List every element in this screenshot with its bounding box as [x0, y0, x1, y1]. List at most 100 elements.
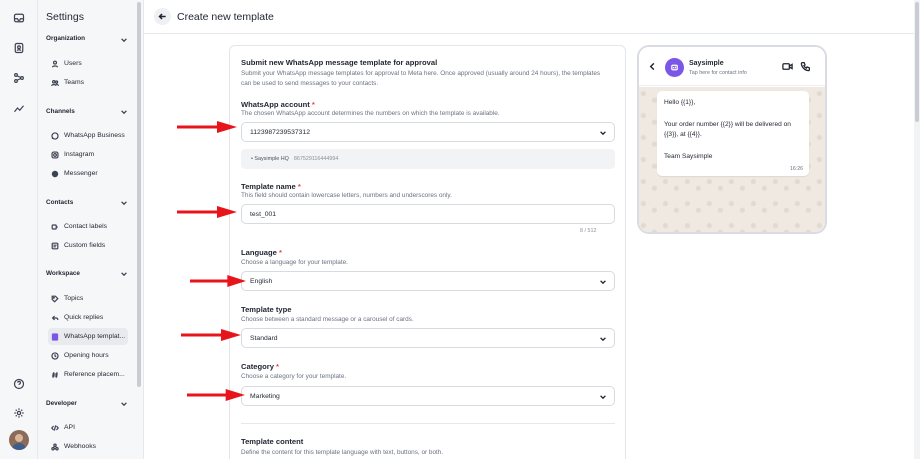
account-description: The chosen WhatsApp account determines t… [241, 110, 500, 117]
section-developer[interactable]: Developer [46, 400, 77, 407]
sidebar-item-label: API [64, 424, 75, 431]
phone-call-icon [800, 61, 811, 72]
sidebar-item-webhooks[interactable]: Webhooks [48, 438, 128, 455]
sidebar-item-label: Reference placem... [64, 371, 125, 378]
sidebar-item-users[interactable]: Users [48, 55, 128, 72]
label-icon [50, 222, 59, 231]
sidebar-item-custom-fields[interactable]: Custom fields [48, 237, 128, 254]
section-contacts[interactable]: Contacts [46, 199, 73, 206]
language-select[interactable]: English [241, 271, 615, 291]
chevron-down-icon [599, 393, 607, 401]
quick-reply-icon [50, 313, 59, 322]
section-divider [241, 423, 615, 424]
messenger-icon [50, 169, 59, 178]
flows-icon[interactable] [12, 71, 26, 85]
template-form-card: Submit new WhatsApp message template for… [229, 45, 626, 459]
sidebar-item-opening-hours[interactable]: Opening hours [48, 347, 128, 364]
tag-icon [50, 294, 59, 303]
back-button[interactable] [154, 8, 171, 25]
select-value: Marketing [250, 392, 280, 400]
select-value: English [250, 277, 273, 285]
select-value: Standard [250, 334, 278, 342]
sidebar-item-quick-replies[interactable]: Quick replies [48, 309, 128, 326]
video-call-icon [782, 61, 793, 72]
sidebar-item-label: Opening hours [64, 352, 109, 359]
template-type-description: Choose between a standard message or a c… [241, 316, 414, 323]
webhook-icon [50, 442, 59, 451]
chevron-down-icon[interactable] [120, 199, 128, 207]
annotation-arrow [181, 328, 241, 342]
language-description: Choose a language for your template. [241, 259, 348, 266]
sidebar-item-messenger[interactable]: Messenger [48, 165, 128, 182]
contacts-book-icon[interactable] [12, 41, 26, 55]
annotation-arrow [177, 205, 237, 219]
chevron-left-icon [648, 62, 657, 71]
select-value: 1123987239537312 [250, 128, 310, 136]
template-type-label: Template type [241, 305, 292, 314]
chevron-down-icon[interactable] [120, 108, 128, 116]
template-type-select[interactable]: Standard [241, 328, 615, 348]
chevron-down-icon[interactable] [120, 400, 128, 408]
form-intro: Submit your WhatsApp message templates f… [241, 70, 601, 87]
sidebar-item-label: WhatsApp Business [64, 132, 125, 139]
input-value: test_001 [250, 210, 277, 218]
phone-preview: Saysimple Tap here for contact info Hell… [637, 45, 827, 234]
message-bubble: Hello {{1}}, Your order number {{2}} wil… [657, 91, 809, 176]
template-name-input[interactable]: test_001 [241, 204, 615, 224]
form-heading: Submit new WhatsApp message template for… [241, 58, 438, 67]
sidebar-item-contact-labels[interactable]: Contact labels [48, 218, 128, 235]
main-scrollbar[interactable] [914, 0, 920, 459]
sidebar-item-teams[interactable]: Teams [48, 74, 128, 91]
template-icon [50, 332, 59, 341]
sidebar-item-label: Teams [64, 79, 85, 86]
arrow-left-icon [158, 13, 166, 20]
sidebar-item-label: Webhooks [64, 443, 96, 450]
help-icon[interactable] [12, 377, 26, 391]
sidebar-item-whatsapp-business[interactable]: WhatsApp Business [48, 127, 128, 144]
account-detail-number: 867529116444994 [293, 156, 339, 162]
category-select[interactable]: Marketing [241, 386, 615, 406]
section-organization[interactable]: Organization [46, 35, 85, 42]
sidebar-item-api[interactable]: API [48, 419, 128, 436]
sidebar-item-label: Instagram [64, 151, 95, 158]
sidebar-item-reference-placeholders[interactable]: Reference placem... [48, 366, 128, 383]
section-workspace[interactable]: Workspace [46, 270, 80, 277]
chevron-down-icon [599, 129, 607, 137]
sidebar-item-whatsapp-templates[interactable]: WhatsApp templat... [48, 328, 128, 345]
chat-area: Hello {{1}}, Your order number {{2}} wil… [639, 87, 825, 232]
contact-name: Saysimple [689, 60, 724, 67]
whatsapp-account-select[interactable]: 1123987239537312 [241, 122, 615, 142]
sidebar-item-label: WhatsApp templat... [64, 333, 126, 340]
template-name-description: This field should contain lowercase lett… [241, 192, 452, 199]
account-detail: • Saysimple HQ 867529116444994 [241, 149, 615, 169]
template-name-label: Template name * [241, 182, 301, 191]
category-description: Choose a category for your template. [241, 373, 347, 380]
avatar[interactable] [9, 430, 29, 450]
instagram-icon [50, 150, 59, 159]
page-title: Create new template [177, 11, 274, 23]
category-label: Category * [241, 362, 280, 371]
page-header: Create new template [144, 0, 914, 34]
sidebar-item-topics[interactable]: Topics [48, 290, 128, 307]
icon-rail [0, 0, 38, 459]
section-channels[interactable]: Channels [46, 108, 75, 115]
sidebar-scrollbar[interactable] [137, 2, 141, 387]
inbox-icon[interactable] [12, 11, 26, 25]
message-line: Your order number {{2}} will be delivere… [664, 121, 791, 138]
sidebar-item-label: Topics [64, 295, 84, 302]
sidebar-item-label: Contact labels [64, 223, 108, 230]
message-line: Team Saysimple [664, 153, 713, 160]
chevron-down-icon[interactable] [120, 270, 128, 278]
sidebar-item-label: Quick replies [64, 314, 104, 321]
chevron-down-icon [599, 278, 607, 286]
contact-subtitle: Tap here for contact info [689, 70, 747, 76]
sidebar-item-instagram[interactable]: Instagram [48, 146, 128, 163]
settings-sidebar: Settings Organization Users Teams Channe… [38, 0, 144, 459]
character-counter: 8 / 512 [580, 228, 597, 234]
chevron-down-icon[interactable] [120, 36, 128, 44]
clock-icon [50, 351, 59, 360]
contact-avatar [665, 58, 684, 77]
settings-gear-icon[interactable] [12, 406, 26, 420]
account-label: WhatsApp account * [241, 100, 315, 109]
analytics-icon[interactable] [12, 101, 26, 115]
